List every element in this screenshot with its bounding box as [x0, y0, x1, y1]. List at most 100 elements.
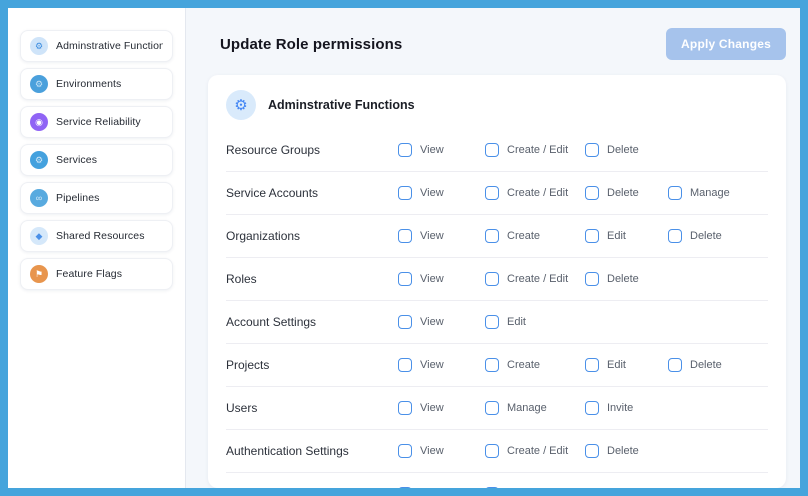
permissions-panel: ⚙ Adminstrative Functions Resource Group… [208, 75, 786, 488]
permission-option[interactable]: Delete [585, 444, 668, 458]
permission-checkbox[interactable] [398, 444, 412, 458]
sidebar-item-label: Feature Flags [56, 268, 122, 280]
permission-checkbox[interactable] [485, 487, 499, 488]
permission-checkbox[interactable] [485, 143, 499, 157]
permission-option[interactable]: Create [485, 358, 585, 372]
permission-option[interactable]: Delete [668, 358, 768, 372]
permission-row: Projects View Create Edit Delete [226, 343, 768, 386]
permission-option[interactable]: View [398, 487, 485, 488]
permission-checkbox[interactable] [485, 229, 499, 243]
permission-option-label: Manage [507, 402, 547, 414]
permission-option[interactable]: Delete [585, 272, 668, 286]
pipeline-icon: ∞ [30, 189, 48, 207]
permission-checkbox[interactable] [585, 358, 599, 372]
permission-row: User Groups View Manage [226, 472, 768, 488]
permission-option[interactable]: View [398, 229, 485, 243]
permission-option-label: View [420, 144, 444, 156]
diamond-icon: ◆ [30, 227, 48, 245]
permission-option[interactable]: Create / Edit [485, 444, 585, 458]
permission-option[interactable]: View [398, 186, 485, 200]
permission-option[interactable]: Delete [585, 143, 668, 157]
permission-checkbox[interactable] [585, 272, 599, 286]
permission-checkbox[interactable] [485, 315, 499, 329]
permission-checkbox[interactable] [398, 401, 412, 415]
gear-icon: ⚙ [226, 90, 256, 120]
permission-checkbox[interactable] [485, 186, 499, 200]
sidebar-item-services[interactable]: ⚙ Services [20, 144, 173, 176]
permission-option[interactable]: View [398, 401, 485, 415]
sidebar-item-service-reliability[interactable]: ◉ Service Reliability [20, 106, 173, 138]
permission-checkbox[interactable] [398, 143, 412, 157]
sidebar: ⚙ Adminstrative Functions ⚙ Environments… [8, 8, 186, 488]
permission-option[interactable]: View [398, 315, 485, 329]
permission-option-label: View [420, 230, 444, 242]
permission-checkbox[interactable] [668, 358, 682, 372]
permission-option-label: View [420, 187, 444, 199]
permission-option[interactable]: Delete [668, 229, 768, 243]
permission-option-label: Create / Edit [507, 273, 568, 285]
permission-checkbox[interactable] [398, 487, 412, 488]
sidebar-item-shared-resources[interactable]: ◆ Shared Resources [20, 220, 173, 252]
permission-checkbox[interactable] [585, 401, 599, 415]
sidebar-item-label: Services [56, 154, 97, 166]
permission-option[interactable]: View [398, 143, 485, 157]
permission-option-label: View [420, 273, 444, 285]
page-title: Update Role permissions [220, 36, 402, 53]
permission-option-label: View [420, 402, 444, 414]
permission-option[interactable]: Create / Edit [485, 143, 585, 157]
permission-option[interactable]: Manage [485, 401, 585, 415]
permission-option[interactable]: Edit [585, 358, 668, 372]
permission-name: Service Accounts [226, 186, 398, 200]
permission-option[interactable]: Create / Edit [485, 272, 585, 286]
gauge-icon: ◉ [30, 113, 48, 131]
permission-checkbox[interactable] [398, 186, 412, 200]
permission-option-label: Edit [607, 359, 626, 371]
permission-option[interactable]: Edit [585, 229, 668, 243]
permission-checkbox[interactable] [485, 272, 499, 286]
sidebar-item-pipelines[interactable]: ∞ Pipelines [20, 182, 173, 214]
permission-checkbox[interactable] [485, 358, 499, 372]
permission-checkbox[interactable] [668, 186, 682, 200]
permission-option-label: Invite [607, 402, 633, 414]
permission-checkbox[interactable] [485, 401, 499, 415]
permission-name: Roles [226, 272, 398, 286]
permission-option-label: Create [507, 230, 540, 242]
sidebar-item-feature-flags[interactable]: ⚑ Feature Flags [20, 258, 173, 290]
sidebar-item-environments[interactable]: ⚙ Environments [20, 68, 173, 100]
permission-checkbox[interactable] [398, 358, 412, 372]
panel-title: Adminstrative Functions [268, 98, 415, 112]
permission-option-label: Create / Edit [507, 144, 568, 156]
permission-name: Organizations [226, 229, 398, 243]
main-content: Update Role permissions Apply Changes ⚙ … [186, 8, 800, 488]
permission-option-label: Edit [607, 230, 626, 242]
permission-checkbox[interactable] [398, 229, 412, 243]
permission-option[interactable]: View [398, 272, 485, 286]
gear-icon: ⚙ [30, 37, 48, 55]
app-window: ⚙ Adminstrative Functions ⚙ Environments… [0, 0, 808, 496]
permission-option[interactable]: Create / Edit [485, 186, 585, 200]
permission-checkbox[interactable] [485, 444, 499, 458]
permission-option[interactable]: Manage [485, 487, 585, 488]
permission-option[interactable]: Edit [485, 315, 585, 329]
permission-checkbox[interactable] [585, 229, 599, 243]
permission-option[interactable]: Invite [585, 401, 668, 415]
permission-option[interactable]: Create [485, 229, 585, 243]
permission-checkbox[interactable] [668, 229, 682, 243]
permission-checkbox[interactable] [585, 186, 599, 200]
permission-checkbox[interactable] [398, 272, 412, 286]
permission-checkbox[interactable] [398, 315, 412, 329]
permission-row: Account Settings View Edit [226, 300, 768, 343]
permission-option[interactable]: View [398, 444, 485, 458]
permission-option-label: Create / Edit [507, 445, 568, 457]
permission-checkbox[interactable] [585, 444, 599, 458]
permission-option[interactable]: Delete [585, 186, 668, 200]
sidebar-item-adminstrative-functions[interactable]: ⚙ Adminstrative Functions [20, 30, 173, 62]
permission-option[interactable]: View [398, 358, 485, 372]
sidebar-item-label: Pipelines [56, 192, 100, 204]
permission-checkbox[interactable] [585, 143, 599, 157]
permission-option-label: View [420, 445, 444, 457]
permission-option[interactable]: Manage [668, 186, 768, 200]
apply-changes-button[interactable]: Apply Changes [666, 28, 786, 60]
permission-name: Account Settings [226, 315, 398, 329]
permission-row: Organizations View Create Edit Delete [226, 214, 768, 257]
